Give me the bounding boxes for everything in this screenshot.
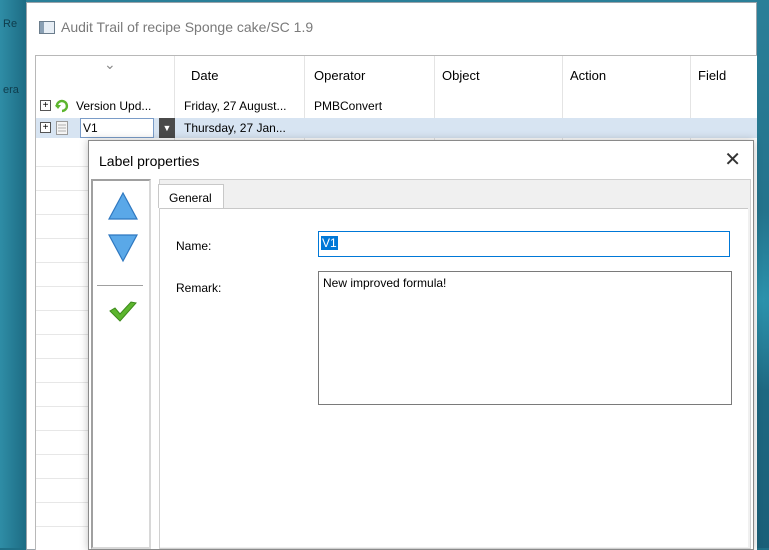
label-properties-dialog: Label properties ✕ General Name: V1 Rema… [88,140,754,550]
row-date: Friday, 27 August... [184,99,287,113]
sort-chevron-icon[interactable]: ⌄ [104,56,116,73]
row-name: V1 [83,121,98,135]
column-header-date[interactable]: Date [191,68,218,83]
grid-line [36,334,88,335]
bg-text-fragment-2: era [3,84,19,96]
general-panel: Name: V1 Remark: New improved formula! [160,208,748,547]
close-icon[interactable]: ✕ [724,147,741,172]
grid-line [36,238,88,239]
grid-line [36,214,88,215]
dropdown-icon[interactable]: ▼ [159,118,175,138]
remark-value: New improved formula! [323,276,447,290]
grid-line [36,454,88,455]
table-row[interactable]: + Version Upd... Friday, 27 August... PM… [36,96,757,116]
name-label: Name: [176,239,212,253]
grid-line [36,358,88,359]
dialog-content: General Name: V1 Remark: New improved fo… [158,179,751,549]
checkmark-icon[interactable] [107,299,139,327]
bg-text-fragment-1: Re [3,18,18,30]
table-header: ⌄ Date Operator Object Action Field [36,56,757,86]
grid-line [36,310,88,311]
grid-line [36,478,88,479]
grid-line [36,430,88,431]
row-name-editor[interactable]: V1 [80,118,154,138]
grid-line [36,166,88,167]
label-icon [56,121,68,135]
name-field[interactable]: V1 [318,231,730,257]
tab-general[interactable]: General [158,184,224,208]
arrow-up-icon[interactable] [107,191,139,221]
row-name: Version Upd... [76,99,152,113]
toolbar-separator [97,285,143,286]
column-header-object[interactable]: Object [442,68,480,83]
row-date: Thursday, 27 Jan... [184,121,286,135]
column-header-action[interactable]: Action [570,68,606,83]
grid-line [36,502,88,503]
grid-line [36,526,88,527]
grid-line [36,190,88,191]
name-value: V1 [321,236,338,250]
arrow-down-icon[interactable] [107,233,139,263]
version-update-icon [55,99,69,113]
remark-label: Remark: [176,281,222,295]
app-icon [39,21,55,34]
row-operator: PMBConvert [314,99,383,113]
dialog-toolbar [91,179,151,549]
remark-field[interactable]: New improved formula! [318,271,732,405]
column-header-field[interactable]: Field [698,68,726,83]
table-row-selected[interactable]: + V1 ▼ Thursday, 27 Jan... [36,118,757,138]
grid-line [36,382,88,383]
dialog-title: Label properties [99,153,200,169]
expand-icon[interactable]: + [40,122,51,133]
grid-line [36,406,88,407]
window-title: Audit Trail of recipe Sponge cake/SC 1.9 [61,19,314,35]
expand-icon[interactable]: + [40,100,51,111]
background-window-edge: Re era [0,0,26,548]
window-titlebar: Audit Trail of recipe Sponge cake/SC 1.9 [27,3,756,49]
grid-line [36,262,88,263]
grid-line [36,286,88,287]
column-header-operator[interactable]: Operator [314,68,365,83]
